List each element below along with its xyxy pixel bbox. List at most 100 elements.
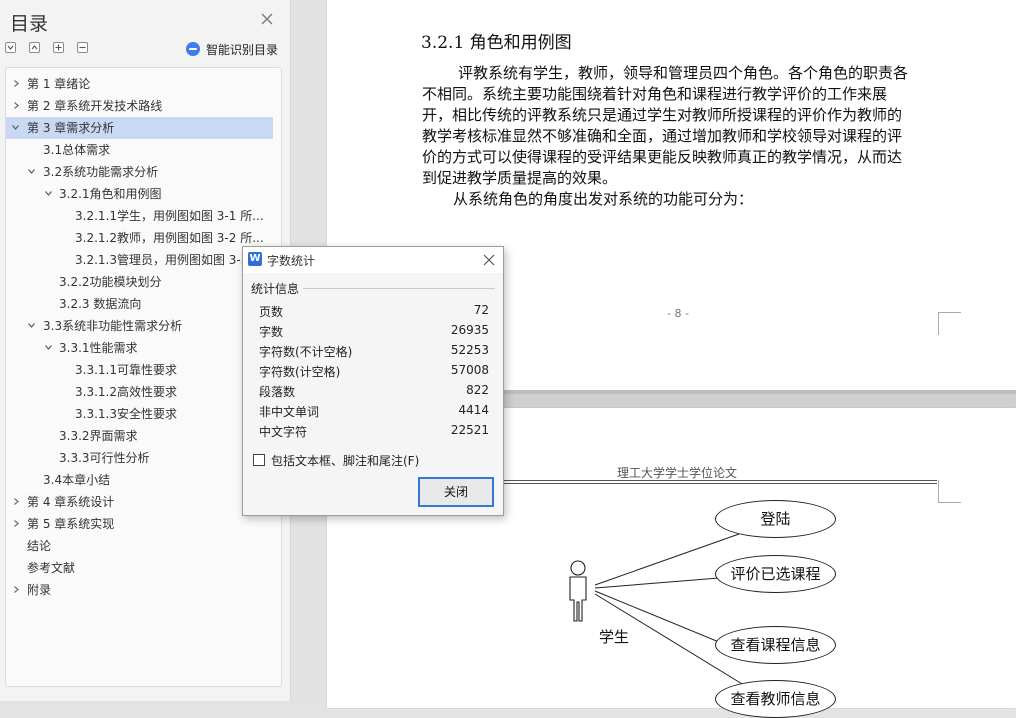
expand-up-icon[interactable]: [29, 42, 40, 53]
toc-item[interactable]: 3.2.1角色和用例图: [6, 183, 281, 205]
chevron-right-icon[interactable]: [13, 520, 20, 527]
stat-label: 页数: [259, 305, 284, 319]
checkbox-label[interactable]: 包括文本框、脚注和尾注(F): [271, 452, 419, 469]
chevron-down-icon[interactable]: [45, 344, 52, 351]
smart-toc-label: 智能识别目录: [206, 42, 279, 57]
close-icon[interactable]: [260, 12, 274, 26]
stat-value: 822: [466, 383, 489, 397]
use-case-view-teacher-info: 查看教师信息: [715, 680, 836, 718]
stat-label: 非中文单词: [259, 405, 320, 419]
toc-item-label: 3.3.1.1可靠性要求: [75, 363, 177, 377]
toc-item[interactable]: 3.3.1.2高效性要求: [6, 381, 281, 403]
toc-item-label: 第 2 章系统开发技术路线: [27, 99, 163, 113]
association-line: [594, 577, 720, 589]
toc-item-label: 3.2.1角色和用例图: [59, 187, 162, 201]
chevron-right-icon[interactable]: [13, 102, 20, 109]
dialog-titlebar[interactable]: W 字数统计: [243, 247, 503, 273]
paragraph-line: 开，相比传统的评教系统只是通过学生对教师所授课程的评价作为教师的: [422, 106, 903, 124]
stats-section-title: 统计信息: [251, 282, 300, 296]
chevron-down-icon[interactable]: [45, 190, 52, 197]
toc-item-label: 3.2.1.3管理员，用例图如图 3-3: [75, 253, 249, 267]
toc-item-label: 结论: [27, 539, 52, 553]
smart-toc-icon: [186, 42, 200, 56]
paragraph-line: 价的方式可以使得课程的受评结果更能反映教师真正的教学情况，从而达: [422, 148, 903, 166]
smart-toc-button[interactable]: 智能识别目录: [186, 41, 278, 57]
paragraph-line: 教学考核标准显然不够准确和全面，通过增加教师和学校领导对课程的评: [422, 127, 903, 145]
chevron-down-icon[interactable]: [28, 322, 35, 329]
toc-item[interactable]: 3.3.1.1可靠性要求: [6, 359, 281, 381]
toc-tree: 第 1 章绪论 第 2 章系统开发技术路线 第 3 章需求分析 3.1总体需求 …: [5, 67, 282, 687]
paragraph-line: 从系统角色的角度出发对系统的功能可分为：: [453, 190, 754, 208]
toc-item-label: 3.2系统功能需求分析: [43, 165, 159, 179]
toc-item[interactable]: 第 4 章系统设计: [6, 491, 281, 513]
toc-item[interactable]: 3.2系统功能需求分析: [6, 161, 281, 183]
include-textbox-footnote-checkbox[interactable]: [253, 454, 265, 466]
stat-row: 中文字符 22521: [259, 421, 489, 441]
section-divider: [303, 288, 495, 289]
toc-item-label: 第 1 章绪论: [27, 77, 91, 91]
actor-label: 学生: [599, 628, 630, 646]
stat-value: 72: [473, 303, 489, 317]
toc-item[interactable]: 参考文献: [6, 557, 281, 579]
wps-logo-icon: W: [248, 252, 262, 266]
toc-item-label: 3.3.1性能需求: [59, 341, 138, 355]
stat-label: 段落数: [259, 385, 296, 399]
toc-item[interactable]: 第 1 章绪论: [6, 73, 281, 95]
stat-row: 页数 72: [259, 301, 489, 321]
toc-item-label: 3.4本章小结: [43, 473, 111, 487]
toc-item[interactable]: 结论: [6, 535, 281, 557]
collapse-all-icon[interactable]: [5, 42, 16, 53]
toc-item[interactable]: 3.1总体需求: [6, 139, 281, 161]
toc-item[interactable]: 第 2 章系统开发技术路线: [6, 95, 281, 117]
stat-value: 4414: [458, 403, 489, 417]
toc-item[interactable]: 3.3.1性能需求: [6, 337, 281, 359]
toc-item[interactable]: 3.2.2功能模块划分: [6, 271, 281, 293]
stat-row: 字数 26935: [259, 321, 489, 341]
toc-item[interactable]: 3.2.1.3管理员，用例图如图 3-3: [6, 249, 281, 271]
add-heading-icon[interactable]: [53, 42, 64, 53]
toc-item[interactable]: 3.3系统非功能性需求分析: [6, 315, 281, 337]
sidebar-title: 目录: [10, 13, 49, 35]
paragraph-line: 不相同。系统主要功能围绕着针对角色和课程进行教学评价的工作来展: [422, 85, 888, 103]
paragraph-line: 到促进教学质量提高的效果。: [422, 169, 618, 187]
toc-item[interactable]: 3.3.2界面需求: [6, 425, 281, 447]
toc-item[interactable]: 3.4本章小结: [6, 469, 281, 491]
stat-row: 非中文单词 4414: [259, 401, 489, 421]
toc-item-label: 参考文献: [27, 561, 76, 575]
toc-item-label: 3.3.1.3安全性要求: [75, 407, 177, 421]
stat-label: 字数: [259, 325, 284, 339]
use-case-view-course-info: 查看课程信息: [715, 626, 836, 664]
stat-value: 26935: [450, 323, 489, 337]
stat-row: 段落数 822: [259, 381, 489, 401]
toc-item-label: 第 3 章需求分析: [27, 121, 115, 135]
stat-label: 中文字符: [259, 425, 308, 439]
page-number: - 8 -: [667, 307, 689, 320]
close-icon[interactable]: [483, 254, 495, 266]
toc-item-label: 3.2.2功能模块划分: [59, 275, 162, 289]
remove-heading-icon[interactable]: [77, 42, 88, 53]
word-count-dialog: W 字数统计 统计信息 页数 72 字数 26935 字符数(不计空格) 522…: [242, 246, 504, 516]
close-button[interactable]: 关闭: [418, 477, 494, 507]
toc-item-label: 3.2.3 数据流向: [59, 297, 142, 311]
chevron-right-icon[interactable]: [13, 80, 20, 87]
chevron-down-icon[interactable]: [12, 124, 19, 131]
stat-label: 字符数(计空格): [259, 365, 341, 379]
toc-item-label: 附录: [27, 583, 52, 597]
toc-item[interactable]: 附录: [6, 579, 281, 601]
toc-item[interactable]: 3.2.1.1学生，用例图如图 3-1 所...: [6, 205, 281, 227]
chevron-right-icon[interactable]: [13, 498, 20, 505]
toc-item[interactable]: 第 5 章系统实现: [6, 513, 281, 535]
toc-item-label: 3.1总体需求: [43, 143, 111, 157]
chevron-right-icon[interactable]: [13, 586, 20, 593]
toc-item[interactable]: 3.2.3 数据流向: [6, 293, 281, 315]
toc-item-selected[interactable]: 第 3 章需求分析: [6, 117, 273, 139]
stat-row: 字符数(计空格) 57008: [259, 361, 489, 381]
toc-item-label: 第 4 章系统设计: [27, 495, 115, 509]
toc-item-label: 3.2.1.2教师，用例图如图 3-2 所...: [75, 231, 264, 245]
chevron-down-icon[interactable]: [28, 168, 35, 175]
stat-label: 字符数(不计空格): [259, 345, 353, 359]
toc-item[interactable]: 3.2.1.2教师，用例图如图 3-2 所...: [6, 227, 281, 249]
use-case-login: 登陆: [715, 500, 836, 538]
toc-item[interactable]: 3.3.1.3安全性要求: [6, 403, 281, 425]
toc-item[interactable]: 3.3.3可行性分析: [6, 447, 281, 469]
